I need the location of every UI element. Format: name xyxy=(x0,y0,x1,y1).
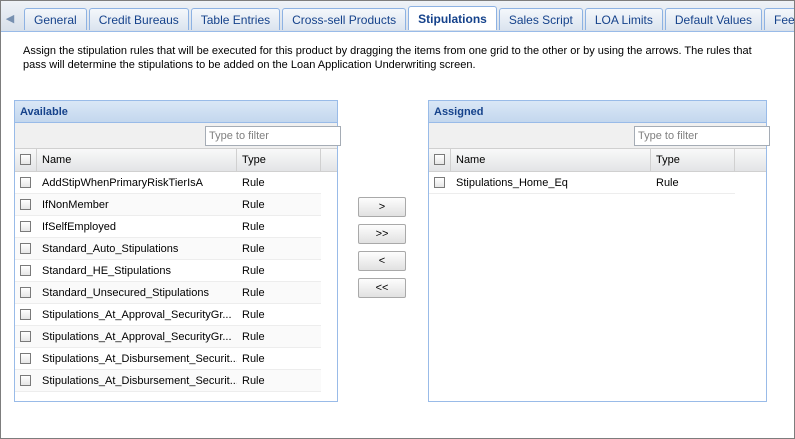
available-row-checkbox[interactable] xyxy=(20,353,31,364)
available-row-checkbox[interactable] xyxy=(20,221,31,232)
tab-general[interactable]: General xyxy=(24,8,87,30)
available-row-checkbox[interactable] xyxy=(20,265,31,276)
available-grid-title: Available xyxy=(15,101,337,123)
instructions-text: Assign the stipulation rules that will b… xyxy=(23,45,752,71)
available-row-name: Stipulations_At_Approval_SecurityGr... xyxy=(42,308,232,321)
assigned-filter-input[interactable] xyxy=(634,126,770,146)
available-table-row[interactable]: Stipulations_At_Disbursement_Securit... R… xyxy=(15,370,321,392)
available-row-type: Rule xyxy=(242,330,265,343)
tab-list: General Credit Bureaus Table Entries Cross-… xyxy=(24,6,794,31)
assigned-col-type[interactable]: Type xyxy=(651,149,735,171)
available-row-type: Rule xyxy=(242,198,265,211)
available-row-checkbox[interactable] xyxy=(20,199,31,210)
available-col-name[interactable]: Name xyxy=(37,149,237,171)
available-table-row[interactable]: IfNonMember Rule xyxy=(15,194,321,216)
available-filter-bar xyxy=(15,123,341,149)
available-row-name: IfSelfEmployed xyxy=(42,220,116,233)
tab-loa-limits[interactable]: LOA Limits xyxy=(584,8,663,30)
available-row-type: Rule xyxy=(242,220,265,233)
available-table-row[interactable]: AddStipWhenPrimaryRiskTierIsA Rule xyxy=(15,172,321,194)
available-table-row[interactable]: Stipulations_At_Disbursement_Securit... R… xyxy=(15,348,321,370)
tab-default-values[interactable]: Default Values xyxy=(664,8,763,30)
available-grid-body: AddStipWhenPrimaryRiskTierIsA Rule IfNonMe… xyxy=(15,172,337,392)
assigned-select-all-cell xyxy=(429,149,451,171)
assigned-grid-header: Name Type xyxy=(429,149,766,172)
move-left-button[interactable]: < xyxy=(358,251,406,271)
assigned-row-type: Rule xyxy=(656,176,679,189)
available-row-name: IfNonMember xyxy=(42,198,109,211)
available-row-type: Rule xyxy=(242,352,265,365)
assigned-grid-title: Assigned xyxy=(429,101,766,123)
available-row-checkbox[interactable] xyxy=(20,287,31,298)
available-table-row[interactable]: Standard_Unsecured_Stipulations Rule xyxy=(15,282,321,304)
available-grid-header: Name Type xyxy=(15,149,337,172)
available-row-checkbox[interactable] xyxy=(20,309,31,320)
available-select-all-checkbox[interactable] xyxy=(20,154,31,165)
tab-scroll-left-icon[interactable]: ◀ xyxy=(1,7,19,29)
assigned-col-name[interactable]: Name xyxy=(451,149,651,171)
available-row-name: Stipulations_At_Approval_SecurityGr... xyxy=(42,330,232,343)
available-row-name: Standard_Auto_Stipulations xyxy=(42,242,179,255)
available-row-name: Standard_HE_Stipulations xyxy=(42,264,172,277)
assigned-row-name: Stipulations_Home_Eq xyxy=(456,176,568,189)
assigned-row-checkbox[interactable] xyxy=(434,177,445,188)
tab-sales-script[interactable]: Sales Script xyxy=(498,8,583,30)
available-row-name: Standard_Unsecured_Stipulations xyxy=(42,286,209,299)
move-all-right-button[interactable]: >> xyxy=(358,224,406,244)
assigned-table-row[interactable]: Stipulations_Home_Eq Rule xyxy=(429,172,735,194)
available-row-type: Rule xyxy=(242,308,265,321)
available-row-name: Stipulations_At_Disbursement_Securit... xyxy=(42,352,237,365)
tab-strip: ◀ General Credit Bureaus Table Entries Cros… xyxy=(1,1,794,32)
tab-table-entries[interactable]: Table Entries xyxy=(190,8,281,30)
available-row-checkbox[interactable] xyxy=(20,243,31,254)
available-row-type: Rule xyxy=(242,286,265,299)
available-row-name: AddStipWhenPrimaryRiskTierIsA xyxy=(42,176,203,189)
tab-stipulations[interactable]: Stipulations xyxy=(408,6,497,30)
available-row-name: Stipulations_At_Disbursement_Securit... xyxy=(42,374,237,387)
available-col-type[interactable]: Type xyxy=(237,149,321,171)
available-table-row[interactable]: Stipulations_At_Approval_SecurityGr... Ru… xyxy=(15,326,321,348)
available-row-type: Rule xyxy=(242,176,265,189)
available-row-type: Rule xyxy=(242,374,265,387)
assigned-grid: Assigned Name Type Stipulations_Home_Eq R… xyxy=(428,100,770,402)
available-filter-input[interactable] xyxy=(205,126,341,146)
available-table-row[interactable]: Stipulations_At_Approval_SecurityGr... Ru… xyxy=(15,304,321,326)
product-setup-window: ◀ General Credit Bureaus Table Entries Cros… xyxy=(0,0,795,439)
available-table-row[interactable]: Standard_HE_Stipulations Rule xyxy=(15,260,321,282)
available-select-all-cell xyxy=(15,149,37,171)
move-all-left-button[interactable]: << xyxy=(358,278,406,298)
available-row-type: Rule xyxy=(242,242,265,255)
assigned-grid-body: Stipulations_Home_Eq Rule xyxy=(429,172,766,194)
available-row-checkbox[interactable] xyxy=(20,177,31,188)
available-row-checkbox[interactable] xyxy=(20,375,31,386)
assigned-filter-bar xyxy=(429,123,770,149)
assigned-select-all-checkbox[interactable] xyxy=(434,154,445,165)
move-right-button[interactable]: > xyxy=(358,197,406,217)
tab-fees[interactable]: Fees xyxy=(764,8,794,30)
available-row-type: Rule xyxy=(242,264,265,277)
available-table-row[interactable]: Standard_Auto_Stipulations Rule xyxy=(15,238,321,260)
available-table-row[interactable]: IfSelfEmployed Rule xyxy=(15,216,321,238)
available-grid: Available Name Type AddStipWhenPrimaryRi… xyxy=(14,100,341,402)
available-row-checkbox[interactable] xyxy=(20,331,31,342)
tab-cross-sell-products[interactable]: Cross-sell Products xyxy=(282,8,407,30)
tab-credit-bureaus[interactable]: Credit Bureaus xyxy=(88,8,189,30)
